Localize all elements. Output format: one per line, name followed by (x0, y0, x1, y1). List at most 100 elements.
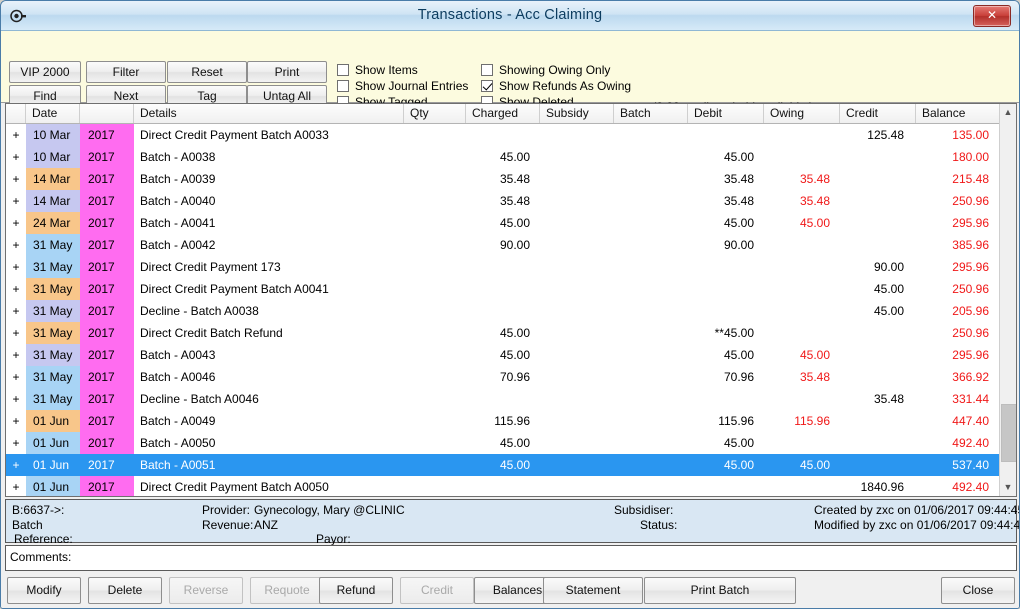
cell-subsidy (540, 234, 614, 256)
table-row[interactable]: +31 May 2017 Batch - A0046 70.96 70.96 35.48 3… (6, 366, 1016, 388)
footer-button-close[interactable]: Close (941, 577, 1015, 604)
cell-owing (764, 146, 840, 168)
toolbar-button-filter[interactable]: Filter (86, 61, 166, 83)
cell-debit: 45.00 (723, 458, 754, 472)
column-header-year[interactable] (80, 104, 134, 123)
column-header-details[interactable]: Details (134, 104, 404, 123)
cell-date: 31 May (26, 256, 80, 278)
close-icon[interactable]: ✕ (973, 5, 1011, 27)
scrollbar-thumb[interactable] (1001, 404, 1016, 462)
detail-text-subsidiser: Subsidiser: (614, 503, 674, 517)
grid-body[interactable]: +10 Mar 2017 Direct Credit Payment Batch A… (6, 124, 1016, 496)
column-header-batch[interactable]: Batch (614, 104, 688, 123)
cell-plus[interactable]: + (6, 146, 26, 168)
toolbar-button-print[interactable]: Print (247, 61, 327, 83)
cell-plus[interactable]: + (6, 344, 26, 366)
cell-year: 2017 (80, 432, 134, 454)
cell-plus[interactable]: + (6, 476, 26, 496)
footer-button-print-batch[interactable]: Print Batch (644, 577, 796, 604)
cell-year: 2017 (80, 344, 134, 366)
cell-plus[interactable]: + (6, 410, 26, 432)
toolbar-button-vip-2000[interactable]: VIP 2000 (9, 61, 81, 83)
column-header-credit[interactable]: Credit (840, 104, 916, 123)
cell-date: 10 Mar (26, 124, 80, 146)
scroll-down-icon[interactable]: ▼ (1000, 479, 1016, 496)
cell-credit: 90.00 (873, 260, 904, 274)
table-row[interactable]: +31 May 2017 Batch - A0042 90.00 90.00 385.96 (6, 234, 1016, 256)
cell-batch (614, 344, 688, 366)
footer-button-delete[interactable]: Delete (88, 577, 162, 604)
cell-details: Batch - A0042 (140, 238, 216, 252)
cell-debit (688, 300, 764, 322)
toolbar-button-reset[interactable]: Reset (167, 61, 247, 83)
table-row[interactable]: +01 Jun 2017 Batch - A0050 45.00 45.00 492.40 (6, 432, 1016, 454)
cell-plus[interactable]: + (6, 168, 26, 190)
checkbox-show-items[interactable]: Show Items (337, 63, 418, 77)
grid-vertical-scrollbar[interactable]: ▲ ▼ (999, 104, 1016, 496)
comments-field[interactable]: Comments: (5, 545, 1017, 571)
column-header-qty[interactable]: Qty (404, 104, 466, 123)
cell-subsidy (540, 212, 614, 234)
column-header-plus[interactable] (6, 104, 26, 123)
table-row[interactable]: +01 Jun 2017 Batch - A0051 45.00 45.00 45.00 5… (6, 454, 1016, 476)
table-row[interactable]: +31 May 2017 Decline - Batch A0038 45.00 205… (6, 300, 1016, 322)
footer-button-statement[interactable]: Statement (543, 577, 643, 604)
cell-plus[interactable]: + (6, 432, 26, 454)
table-row[interactable]: +14 Mar 2017 Batch - A0039 35.48 35.48 35.48 2… (6, 168, 1016, 190)
table-row[interactable]: +31 May 2017 Direct Credit Payment Batch A… (6, 278, 1016, 300)
cell-credit (840, 410, 916, 432)
cell-plus[interactable]: + (6, 322, 26, 344)
table-row[interactable]: +01 Jun 2017 Direct Credit Payment Batch A… (6, 476, 1016, 496)
table-row[interactable]: +31 May 2017 Batch - A0043 45.00 45.00 45.00 2… (6, 344, 1016, 366)
cell-balance: 205.96 (952, 304, 989, 318)
cell-plus[interactable]: + (6, 124, 26, 146)
table-row[interactable]: +10 Mar 2017 Direct Credit Payment Batch A… (6, 124, 1016, 146)
column-header-charged[interactable]: Charged (466, 104, 540, 123)
cell-owing: 35.48 (799, 172, 830, 186)
cell-charged: 35.48 (499, 172, 530, 186)
table-row[interactable]: +01 Jun 2017 Batch - A0049 115.96 115.96 115.… (6, 410, 1016, 432)
column-header-owing[interactable]: Owing (764, 104, 840, 123)
cell-plus[interactable]: + (6, 212, 26, 234)
column-header-debit[interactable]: Debit (688, 104, 764, 123)
checkbox-box-showing-owing-only[interactable] (481, 64, 493, 76)
cell-balance: 492.40 (952, 436, 989, 450)
cell-details: Direct Credit Batch Refund (140, 326, 283, 340)
checkbox-box-show-items[interactable] (337, 64, 349, 76)
table-row[interactable]: +14 Mar 2017 Batch - A0040 35.48 35.48 35.48 2… (6, 190, 1016, 212)
checkbox-box-show-refunds-as-owing[interactable] (481, 80, 493, 92)
column-header-balance[interactable]: Balance (916, 104, 1000, 123)
table-row[interactable]: +10 Mar 2017 Batch - A0038 45.00 45.00 180.00 (6, 146, 1016, 168)
cell-balance: 250.96 (952, 326, 989, 340)
footer-button-reverse: Reverse (169, 577, 243, 604)
cell-details: Batch - A0039 (140, 172, 216, 186)
checkbox-box-show-journal-entries[interactable] (337, 80, 349, 92)
scroll-up-icon[interactable]: ▲ (1000, 104, 1016, 121)
footer-button-refund[interactable]: Refund (319, 577, 393, 604)
cell-plus[interactable]: + (6, 388, 26, 410)
page-title: Transactions - Acc Claiming (417, 7, 603, 23)
cell-subsidy (540, 388, 614, 410)
checkbox-show-journal-entries[interactable]: Show Journal Entries (337, 79, 468, 93)
column-header-subsidy[interactable]: Subsidy (540, 104, 614, 123)
cell-plus[interactable]: + (6, 256, 26, 278)
column-header-date[interactable]: Date (26, 104, 80, 123)
cell-date: 31 May (26, 344, 80, 366)
table-row[interactable]: +31 May 2017 Decline - Batch A0046 35.48 331… (6, 388, 1016, 410)
table-row[interactable]: +31 May 2017 Direct Credit Payment 173 90.0… (6, 256, 1016, 278)
cell-plus[interactable]: + (6, 190, 26, 212)
cell-owing (764, 476, 840, 496)
checkbox-showing-owing-only[interactable]: Showing Owing Only (481, 63, 610, 77)
cell-owing: 35.48 (799, 370, 830, 384)
table-row[interactable]: +31 May 2017 Direct Credit Batch Refund 45.… (6, 322, 1016, 344)
cell-plus[interactable]: + (6, 300, 26, 322)
checkbox-show-refunds-as-owing[interactable]: Show Refunds As Owing (481, 79, 631, 93)
cell-charged: 45.00 (499, 326, 530, 340)
cell-plus[interactable]: + (6, 366, 26, 388)
cell-plus[interactable]: + (6, 234, 26, 256)
cell-batch (614, 366, 688, 388)
cell-plus[interactable]: + (6, 454, 26, 476)
cell-plus[interactable]: + (6, 278, 26, 300)
footer-button-modify[interactable]: Modify (7, 577, 81, 604)
table-row[interactable]: +24 Mar 2017 Batch - A0041 45.00 45.00 45.00 2… (6, 212, 1016, 234)
